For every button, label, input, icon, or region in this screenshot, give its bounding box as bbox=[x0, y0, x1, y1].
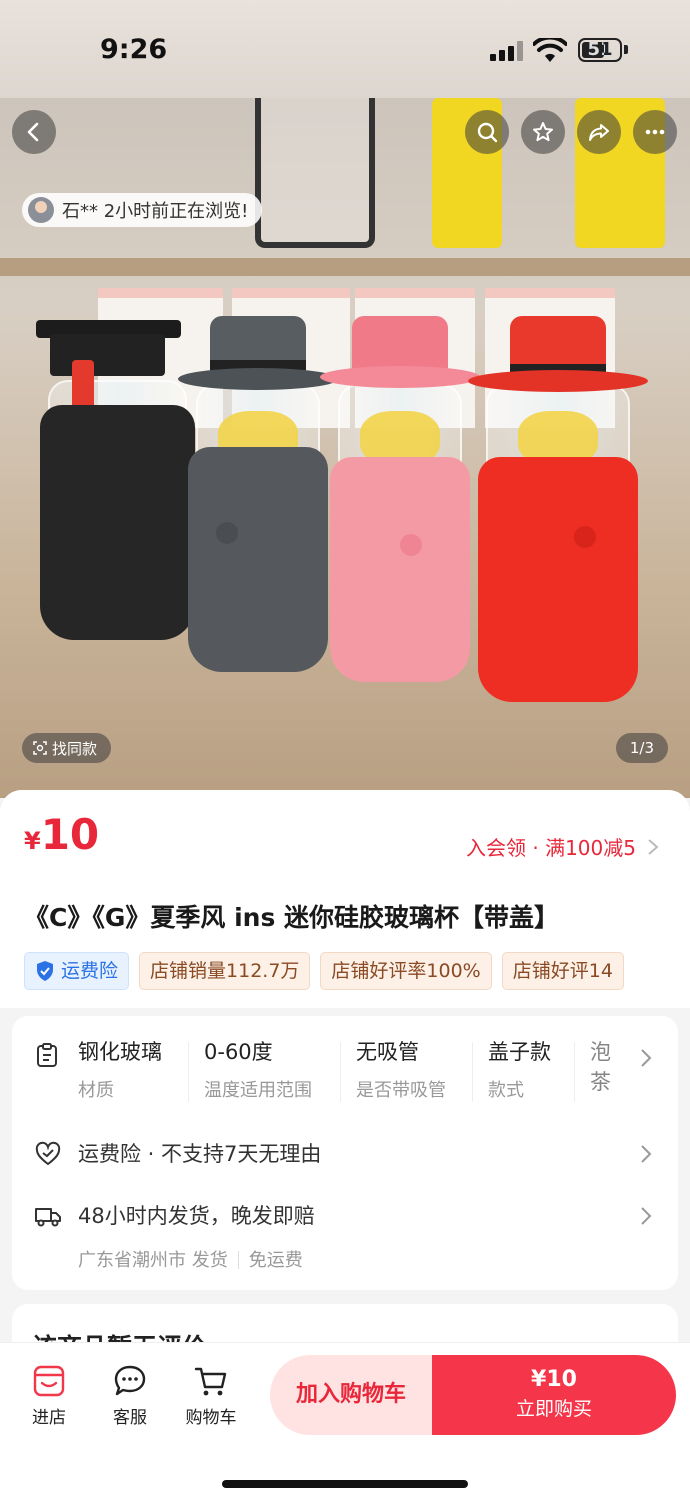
cart-nav-button[interactable]: 购物车 bbox=[176, 1363, 246, 1428]
grey-bottle bbox=[178, 316, 338, 672]
spec-item: 0-60度 温度适用范围 bbox=[204, 1036, 312, 1110]
product-image[interactable]: 石** 2小时前正在浏览! bbox=[0, 98, 690, 798]
add-to-cart-button[interactable]: 加入购物车 bbox=[270, 1355, 432, 1435]
buy-now-label: 立即购买 bbox=[515, 1398, 592, 1420]
find-similar-button[interactable]: 找同款 bbox=[22, 733, 112, 763]
search-icon bbox=[477, 122, 498, 143]
member-promo-link[interactable]: 入会领 · 满100减5 bbox=[466, 832, 660, 861]
more-button[interactable] bbox=[633, 110, 677, 154]
spec-key: 款式 bbox=[488, 1080, 524, 1101]
clipboard-icon bbox=[37, 1043, 57, 1067]
price: ¥10 bbox=[24, 810, 99, 859]
tag-store-reviews[interactable]: 店铺好评14 bbox=[501, 952, 624, 990]
spec-item: 泡茶 功能 bbox=[590, 1036, 630, 1110]
freight-insurance-row[interactable]: 运费险 · 不支持7天无理由 bbox=[12, 1134, 678, 1174]
spec-key: 功能 bbox=[590, 1106, 630, 1110]
share-icon bbox=[589, 124, 609, 141]
product-page: 9:26 51 石** 2小时前正在浏览! 找同款 1/3 ¥10 入会领 · … bbox=[0, 0, 690, 1500]
find-similar-label: 找同款 bbox=[52, 739, 98, 758]
status-bar: 9:26 51 bbox=[0, 0, 690, 98]
red-bottle bbox=[468, 316, 648, 702]
browsing-text: 石** 2小时前正在浏览! bbox=[62, 201, 249, 222]
image-page-indicator: 1/3 bbox=[615, 733, 668, 763]
browsing-notice: 石** 2小时前正在浏览! bbox=[22, 193, 263, 227]
tag-label: 运费险 bbox=[61, 960, 119, 982]
chevron-right-icon bbox=[641, 1049, 652, 1067]
spec-key: 材质 bbox=[78, 1080, 114, 1101]
back-button[interactable] bbox=[12, 110, 56, 154]
buy-price: ¥10 bbox=[531, 1367, 577, 1392]
price-title-section: ¥10 入会领 · 满100减5 《C》《G》夏季风 ins 迷你硅胶玻璃杯【带… bbox=[0, 790, 690, 1008]
tag-row[interactable]: 运费险 店铺销量112.7万 店铺好评率100% 店铺好评14 bbox=[24, 952, 624, 990]
store-label: 进店 bbox=[32, 1408, 66, 1428]
freight-text: 免运费 bbox=[248, 1250, 303, 1271]
shield-icon bbox=[37, 961, 53, 981]
truck-icon bbox=[35, 1208, 61, 1227]
tag-store-rating[interactable]: 店铺好评率100% bbox=[320, 952, 492, 990]
store-button[interactable]: 进店 bbox=[14, 1363, 84, 1428]
avatar bbox=[28, 197, 54, 223]
spec-value: 盖子款 bbox=[488, 1040, 551, 1064]
store-icon bbox=[33, 1365, 65, 1397]
chevron-right-icon bbox=[648, 838, 659, 855]
shipping-row[interactable]: 48小时内发货，晚发即赔 bbox=[12, 1196, 678, 1236]
cart-label: 购物车 bbox=[185, 1408, 237, 1428]
spec-item: 无吸管 是否带吸管 bbox=[356, 1036, 446, 1110]
search-button[interactable] bbox=[465, 110, 509, 154]
pink-bottle bbox=[320, 316, 480, 682]
black-bottle bbox=[36, 320, 195, 640]
price-value: 10 bbox=[40, 810, 100, 859]
spec-key: 温度适用范围 bbox=[204, 1080, 312, 1101]
chat-icon bbox=[114, 1365, 146, 1396]
spec-item: 钢化玻璃 材质 bbox=[78, 1036, 162, 1110]
buy-now-button[interactable]: ¥10 立即购买 bbox=[432, 1355, 676, 1435]
wifi-icon bbox=[533, 38, 567, 62]
star-icon bbox=[533, 122, 553, 142]
chevron-right-icon bbox=[641, 1145, 652, 1163]
spec-service-card: 钢化玻璃 材质 0-60度 温度适用范围 无吸管 是否带吸管 盖子款 款式 泡茶… bbox=[12, 1016, 678, 1290]
more-icon bbox=[645, 129, 665, 135]
back-icon bbox=[27, 122, 39, 142]
home-indicator[interactable] bbox=[222, 1480, 468, 1488]
cart-icon bbox=[194, 1367, 227, 1396]
battery-level: 51 bbox=[587, 39, 613, 60]
spec-value: 泡茶 bbox=[590, 1040, 611, 1094]
tag-freight-insurance[interactable]: 运费险 bbox=[24, 952, 130, 990]
spec-key: 是否带吸管 bbox=[356, 1080, 446, 1101]
battery-icon: 51 bbox=[578, 38, 622, 62]
spec-value: 无吸管 bbox=[356, 1040, 419, 1064]
spec-value: 钢化玻璃 bbox=[78, 1040, 162, 1064]
favorite-button[interactable] bbox=[521, 110, 565, 154]
spec-item: 盖子款 款式 bbox=[488, 1036, 551, 1110]
shipping-text: 48小时内发货，晚发即赔 bbox=[78, 1204, 315, 1228]
scan-icon bbox=[33, 741, 47, 755]
bottom-action-bar: 进店 客服 购物车 加入购物车 ¥10 立即购买 bbox=[0, 1342, 690, 1500]
status-time: 9:26 bbox=[100, 34, 168, 65]
customer-service-button[interactable]: 客服 bbox=[95, 1363, 165, 1428]
origin-text: 广东省潮州市 发货 bbox=[78, 1250, 228, 1271]
member-promo-text: 入会领 · 满100减5 bbox=[466, 836, 636, 860]
shipping-origin: 广东省潮州市 发货 免运费 bbox=[78, 1246, 303, 1272]
spec-value: 0-60度 bbox=[204, 1040, 273, 1064]
price-currency: ¥ bbox=[24, 827, 41, 855]
share-button[interactable] bbox=[577, 110, 621, 154]
tag-store-sales[interactable]: 店铺销量112.7万 bbox=[139, 952, 311, 990]
spec-row[interactable]: 钢化玻璃 材质 0-60度 温度适用范围 无吸管 是否带吸管 盖子款 款式 泡茶 bbox=[12, 1036, 678, 1110]
heart-shield-icon bbox=[35, 1141, 61, 1166]
signal-icon bbox=[490, 41, 524, 61]
product-title: 《C》《G》夏季风 ins 迷你硅胶玻璃杯【带盖】 bbox=[24, 903, 560, 932]
freight-insurance-text: 运费险 · 不支持7天无理由 bbox=[78, 1142, 322, 1166]
chevron-right-icon bbox=[641, 1207, 652, 1225]
customer-service-label: 客服 bbox=[113, 1408, 147, 1428]
